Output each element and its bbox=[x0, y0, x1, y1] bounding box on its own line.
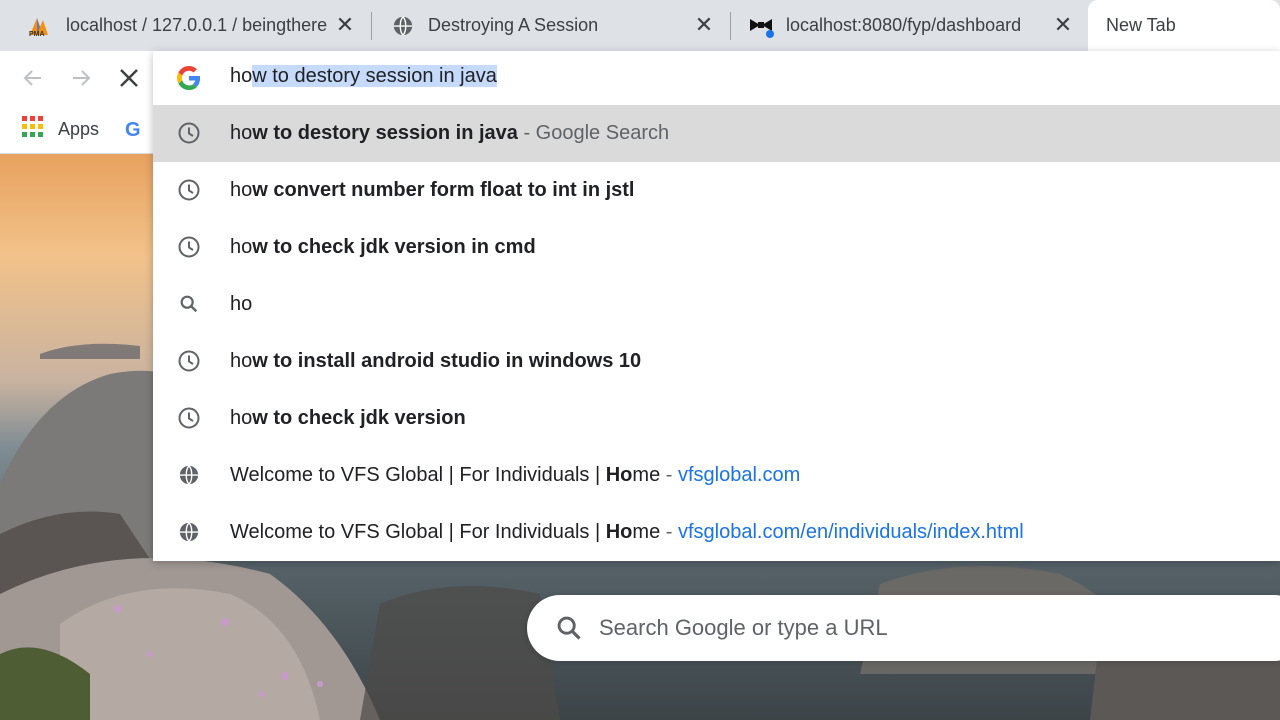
tab-title: Destroying A Session bbox=[428, 15, 599, 35]
ntp-search-placeholder: Search Google or type a URL bbox=[599, 615, 888, 640]
tab-title: localhost / 127.0.0.1 / beingthere bbox=[66, 15, 328, 35]
suggestion-item[interactable]: how to install android studio in windows… bbox=[153, 333, 1280, 390]
suggestion-item[interactable]: how to check jdk version in cmd bbox=[153, 219, 1280, 276]
back-arrow-icon bbox=[23, 70, 41, 86]
history-icon bbox=[177, 235, 201, 259]
back-button[interactable] bbox=[16, 61, 50, 95]
tab-new-tab[interactable]: New Tab bbox=[1088, 0, 1280, 51]
forward-arrow-icon bbox=[73, 70, 91, 86]
bowtie-icon bbox=[748, 13, 774, 39]
suggestion-item[interactable]: how to check jdk version bbox=[153, 390, 1280, 447]
suggestion-text: Welcome to VFS Global | For Individuals … bbox=[230, 464, 801, 486]
omnibox-text: how to destory session in java bbox=[230, 65, 497, 88]
apps-shortcut[interactable]: Apps bbox=[22, 116, 99, 143]
history-icon bbox=[177, 178, 201, 202]
google-bookmark[interactable]: G bbox=[124, 118, 146, 145]
suggestion-text: how to check jdk version bbox=[230, 407, 466, 429]
google-g-icon: G bbox=[125, 119, 141, 141]
svg-text:PMA: PMA bbox=[29, 31, 45, 37]
forward-button[interactable] bbox=[64, 61, 98, 95]
omnibox-popup: how to destory session in java how to de… bbox=[153, 51, 1280, 561]
suggestion-item[interactable]: how to destory session in java - Google … bbox=[153, 105, 1280, 162]
suggestion-item[interactable]: Welcome to VFS Global | For Individuals … bbox=[153, 504, 1280, 561]
suggestion-item[interactable]: ho bbox=[153, 276, 1280, 333]
suggestion-text: how to install android studio in windows… bbox=[230, 350, 642, 372]
tab-dashboard[interactable]: localhost:8080/fyp/dashboard ✕ bbox=[720, 0, 1088, 51]
globe-icon bbox=[177, 520, 201, 544]
suggestion-url: vfsglobal.com/en/individuals/index.html bbox=[677, 521, 1024, 543]
phpmyadmin-icon: PMA bbox=[28, 13, 54, 39]
search-icon bbox=[177, 292, 201, 316]
suggestion-item[interactable]: Welcome to VFS Global | For Individuals … bbox=[153, 447, 1280, 504]
suggestion-text: ho bbox=[230, 293, 253, 315]
suggestion-text: how to check jdk version in cmd bbox=[230, 236, 536, 258]
history-icon bbox=[177, 121, 201, 145]
suggestion-list: how to destory session in java - Google … bbox=[153, 105, 1280, 561]
close-icon bbox=[120, 69, 138, 87]
tab-title: New Tab bbox=[1106, 15, 1176, 35]
close-icon[interactable]: ✕ bbox=[334, 14, 356, 36]
tab-title: localhost:8080/fyp/dashboard bbox=[786, 15, 1022, 35]
globe-icon bbox=[177, 463, 201, 487]
apps-label: Apps bbox=[58, 119, 100, 139]
history-icon bbox=[177, 349, 201, 373]
history-icon bbox=[177, 406, 201, 430]
suggestion-url: vfsglobal.com bbox=[677, 464, 801, 486]
google-g-icon bbox=[177, 66, 201, 95]
autocomplete-selection: w to destory session in java bbox=[252, 65, 497, 87]
suggestion-item[interactable]: how convert number form float to int in … bbox=[153, 162, 1280, 219]
tab-strip: PMA localhost / 127.0.0.1 / beingthere ✕… bbox=[0, 0, 1280, 51]
apps-grid-icon bbox=[22, 116, 44, 143]
globe-icon bbox=[390, 13, 416, 39]
stop-loading-button[interactable] bbox=[112, 61, 146, 95]
omnibox-input[interactable]: how to destory session in java bbox=[153, 51, 1280, 105]
tab-destroying-session[interactable]: Destroying A Session ✕ bbox=[362, 0, 729, 51]
suggestion-text: how to destory session in java - Google … bbox=[230, 122, 670, 144]
close-icon[interactable]: ✕ bbox=[693, 14, 715, 36]
typed-text: ho bbox=[230, 65, 253, 87]
search-icon bbox=[557, 616, 581, 640]
ntp-search-box[interactable]: Search Google or type a URL bbox=[527, 595, 1280, 661]
suggestion-text: Welcome to VFS Global | For Individuals … bbox=[230, 521, 1024, 543]
close-icon[interactable]: ✕ bbox=[1052, 14, 1074, 36]
suggestion-text: how convert number form float to int in … bbox=[230, 179, 635, 201]
svg-text:G: G bbox=[125, 119, 141, 140]
tab-phpmyadmin[interactable]: PMA localhost / 127.0.0.1 / beingthere ✕ bbox=[0, 0, 370, 51]
